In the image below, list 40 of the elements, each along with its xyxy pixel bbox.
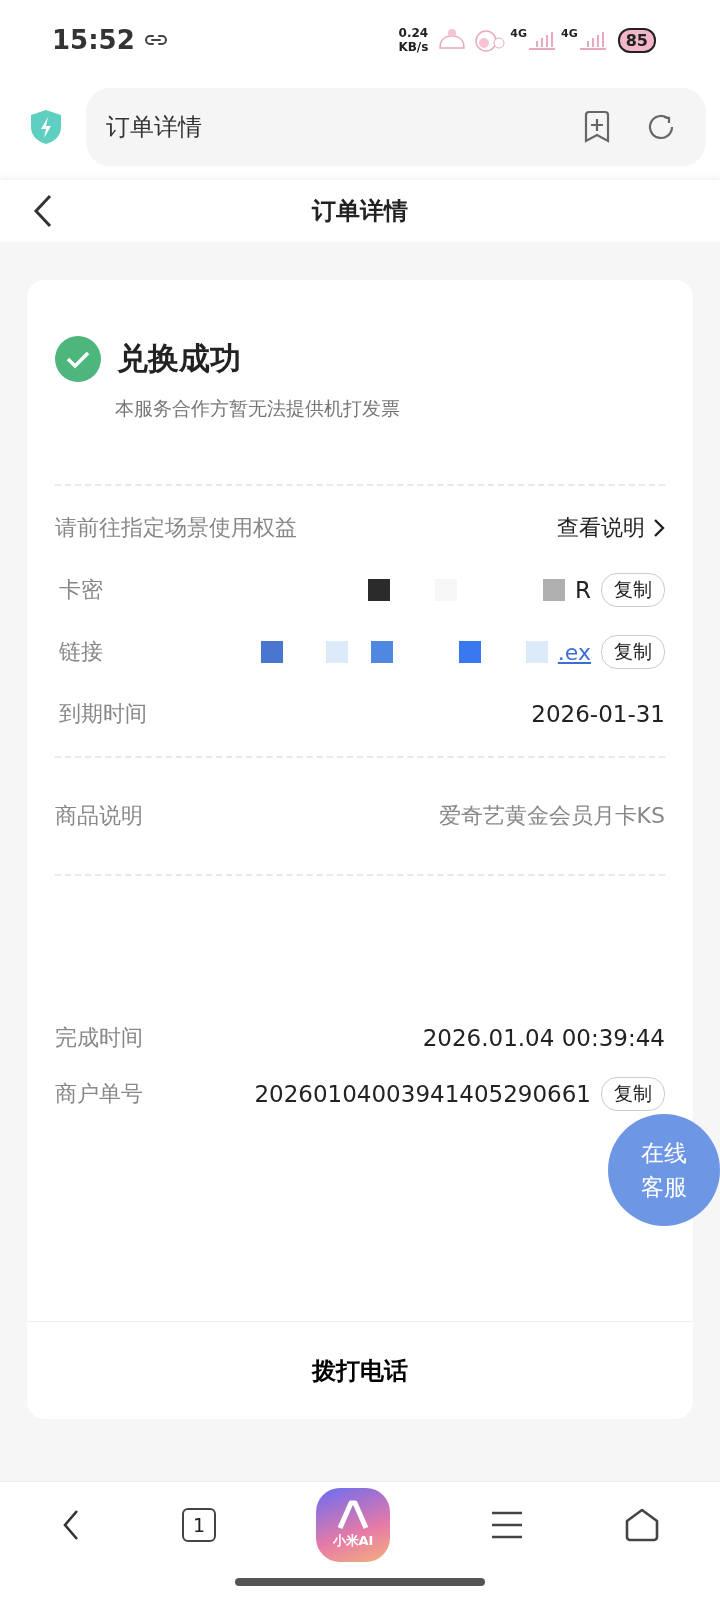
field-label: 到期时间: [58, 700, 147, 728]
copy-button[interactable]: 复制: [601, 635, 665, 669]
refresh-icon[interactable]: [646, 112, 676, 142]
status-title: 兑换成功: [117, 339, 241, 378]
check-icon: [55, 336, 101, 382]
field-value: 20260104003941405290661: [254, 1081, 591, 1107]
speed-unit: KB/s: [398, 40, 429, 54]
field-value: 2026.01.04 00:39:44: [422, 1025, 665, 1051]
field-label: 完成时间: [55, 1024, 143, 1052]
back-icon[interactable]: [32, 193, 54, 229]
bookmark-add-icon[interactable]: [582, 110, 612, 144]
invoice-note: 本服务合作方暂无法提供机打发票: [114, 396, 401, 421]
speed-value: 0.24: [398, 26, 429, 40]
network-label: 4G: [510, 27, 528, 40]
network-label: 4G: [561, 27, 578, 40]
field-value: 2026-01-31: [531, 701, 665, 727]
field-label: 商品说明: [55, 802, 143, 830]
ai-label: 小米AI: [332, 1532, 374, 1550]
page-title: 订单详情: [106, 112, 203, 143]
field-label: 商户单号: [55, 1080, 143, 1108]
shield-icon: [28, 108, 64, 146]
address-bar[interactable]: 订单详情: [86, 88, 706, 166]
field-label: 链接: [58, 638, 103, 666]
usage-hint: 请前往指定场景使用权益: [55, 514, 297, 542]
chevron-icon: [653, 518, 665, 538]
page-title: 订单详情: [312, 196, 408, 227]
battery-indicator: 85: [617, 27, 656, 53]
copy-button[interactable]: 复制: [601, 1077, 665, 1111]
link-value[interactable]: .ex: [557, 639, 591, 665]
letter-mark-icon: [336, 1500, 370, 1530]
view-instructions-link[interactable]: 查看说明: [557, 513, 665, 543]
copy-button[interactable]: 复制: [601, 573, 665, 607]
tabs-button[interactable]: 1: [182, 1508, 216, 1542]
field-label: 卡密: [58, 576, 103, 604]
menu-icon[interactable]: [490, 1510, 524, 1540]
product-name: 爱奇艺黄金会员月卡KS: [438, 802, 665, 830]
clock: 15:52: [52, 25, 135, 55]
link-icon: [142, 32, 169, 48]
field-value: R: [575, 577, 591, 603]
home-icon[interactable]: [624, 1507, 660, 1543]
